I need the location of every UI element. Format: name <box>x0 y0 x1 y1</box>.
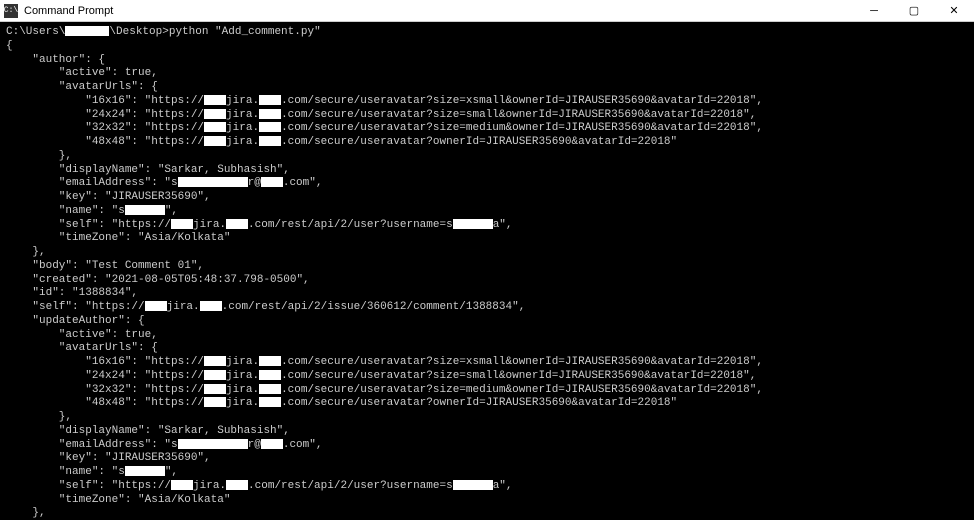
json-line: }, <box>6 507 46 519</box>
json-line: "name": "s", <box>6 205 178 217</box>
json-line: "displayName": "Sarkar, Subhasish", <box>6 164 290 176</box>
window-controls: ─ ▢ ✕ <box>854 0 974 21</box>
json-line: "active": true, <box>6 67 158 79</box>
json-line: "emailAddress": "sr@.com", <box>6 177 322 189</box>
json-line: "key": "JIRAUSER35690", <box>6 452 211 464</box>
json-line: "avatarUrls": { <box>6 81 158 93</box>
titlebar: C:\ Command Prompt ─ ▢ ✕ <box>0 0 974 22</box>
minimize-button[interactable]: ─ <box>854 0 894 21</box>
json-line: "active": true, <box>6 329 158 341</box>
json-line: "displayName": "Sarkar, Subhasish", <box>6 425 290 437</box>
close-button[interactable]: ✕ <box>934 0 974 21</box>
json-line: "author": { <box>6 54 105 66</box>
json-line: "16x16": "https://jira..com/secure/usera… <box>6 95 763 107</box>
json-line: "24x24": "https://jira..com/secure/usera… <box>6 109 756 121</box>
json-line: "created": "2021-08-05T05:48:37.798-0500… <box>6 274 310 286</box>
json-line: "32x32": "https://jira..com/secure/usera… <box>6 122 763 134</box>
terminal-output[interactable]: C:\Users\\Desktop>python "Add_comment.py… <box>0 22 974 520</box>
command-prompt-window: C:\ Command Prompt ─ ▢ ✕ C:\Users\\Deskt… <box>0 0 974 520</box>
json-line: "timeZone": "Asia/Kolkata" <box>6 494 230 506</box>
prompt-line-1: C:\Users\\Desktop>python "Add_comment.py… <box>6 26 321 38</box>
json-line: "avatarUrls": { <box>6 342 158 354</box>
json-line: "updateAuthor": { <box>6 315 145 327</box>
redacted-user <box>65 26 109 36</box>
json-line: "self": "https://jira..com/rest/api/2/is… <box>6 301 525 313</box>
json-line: "id": "1388834", <box>6 287 138 299</box>
json-line: "timeZone": "Asia/Kolkata" <box>6 232 230 244</box>
json-line: "self": "https://jira..com/rest/api/2/us… <box>6 219 513 231</box>
json-line: }, <box>6 246 46 258</box>
json-line: "key": "JIRAUSER35690", <box>6 191 211 203</box>
json-line: "48x48": "https://jira..com/secure/usera… <box>6 136 677 148</box>
json-line: "32x32": "https://jira..com/secure/usera… <box>6 384 763 396</box>
window-title: Command Prompt <box>24 5 854 17</box>
json-line: "48x48": "https://jira..com/secure/usera… <box>6 397 677 409</box>
json-line: { <box>6 40 13 52</box>
json-line: "self": "https://jira..com/rest/api/2/us… <box>6 480 513 492</box>
json-line: "16x16": "https://jira..com/secure/usera… <box>6 356 763 368</box>
json-line: "name": "s", <box>6 466 178 478</box>
json-line: "emailAddress": "sr@.com", <box>6 439 322 451</box>
json-line: }, <box>6 150 72 162</box>
maximize-button[interactable]: ▢ <box>894 0 934 21</box>
cmd-icon: C:\ <box>4 4 18 18</box>
json-line: "body": "Test Comment 01", <box>6 260 204 272</box>
json-line: "24x24": "https://jira..com/secure/usera… <box>6 370 756 382</box>
json-line: }, <box>6 411 72 423</box>
